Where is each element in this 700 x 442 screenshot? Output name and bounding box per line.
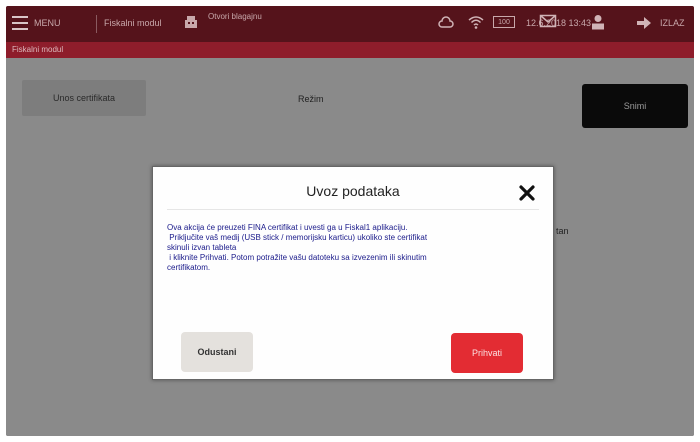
app-window: MENU Fiskalni modul Otvori blagajnu 100 …: [6, 6, 694, 436]
exit-arrow-icon[interactable]: [636, 16, 652, 30]
breadcrumb: Fiskalni modul: [6, 42, 694, 58]
menu-label[interactable]: MENU: [34, 18, 61, 28]
exit-button[interactable]: IZLAZ: [660, 18, 685, 28]
save-button[interactable]: Snimi: [582, 84, 688, 128]
battery-level: 100: [498, 18, 510, 26]
dialog-title: Uvoz podataka: [306, 183, 400, 199]
wifi-icon: [468, 14, 484, 30]
import-dialog: Uvoz podataka Ova akcija će preuzeti FIN…: [152, 166, 554, 380]
cancel-button[interactable]: Odustani: [181, 332, 253, 372]
tab-certificate-entry[interactable]: Unos certifikata: [22, 80, 146, 116]
dialog-message-line: i kliknite Prihvati. Potom potražite vaš…: [167, 253, 427, 262]
obscured-text: tan: [556, 226, 569, 236]
accept-button[interactable]: Prihvati: [451, 333, 523, 373]
dialog-divider: [167, 209, 539, 210]
hamburger-icon[interactable]: [12, 16, 28, 30]
dialog-message-line: certifikatom.: [167, 263, 211, 272]
main-content: Unos certifikata Režim Snimi tan Uvoz po…: [6, 58, 694, 436]
cloud-icon[interactable]: [438, 16, 454, 30]
dialog-message-line: Priključite vaš medij (USB stick / memor…: [167, 233, 428, 242]
user-icon[interactable]: [591, 14, 605, 30]
divider: [96, 15, 97, 33]
dialog-message-line: Ova akcija će preuzeti FINA certifikat i…: [167, 223, 408, 232]
dialog-message-line: skinuli izvan tableta: [167, 243, 237, 252]
module-title: Fiskalni modul: [104, 18, 162, 28]
battery-icon: 100: [493, 16, 515, 28]
mail-icon[interactable]: [539, 12, 557, 30]
top-bar: MENU Fiskalni modul Otvori blagajnu 100 …: [6, 6, 694, 42]
cash-register-icon[interactable]: [183, 14, 199, 30]
close-icon[interactable]: [519, 185, 535, 201]
datetime: 12.6.2018 13:43: [526, 18, 592, 28]
dialog-message: Ova akcija će preuzeti FINA certifikat i…: [167, 223, 542, 273]
open-register-button[interactable]: Otvori blagajnu: [208, 12, 268, 22]
mode-label: Režim: [298, 94, 324, 104]
